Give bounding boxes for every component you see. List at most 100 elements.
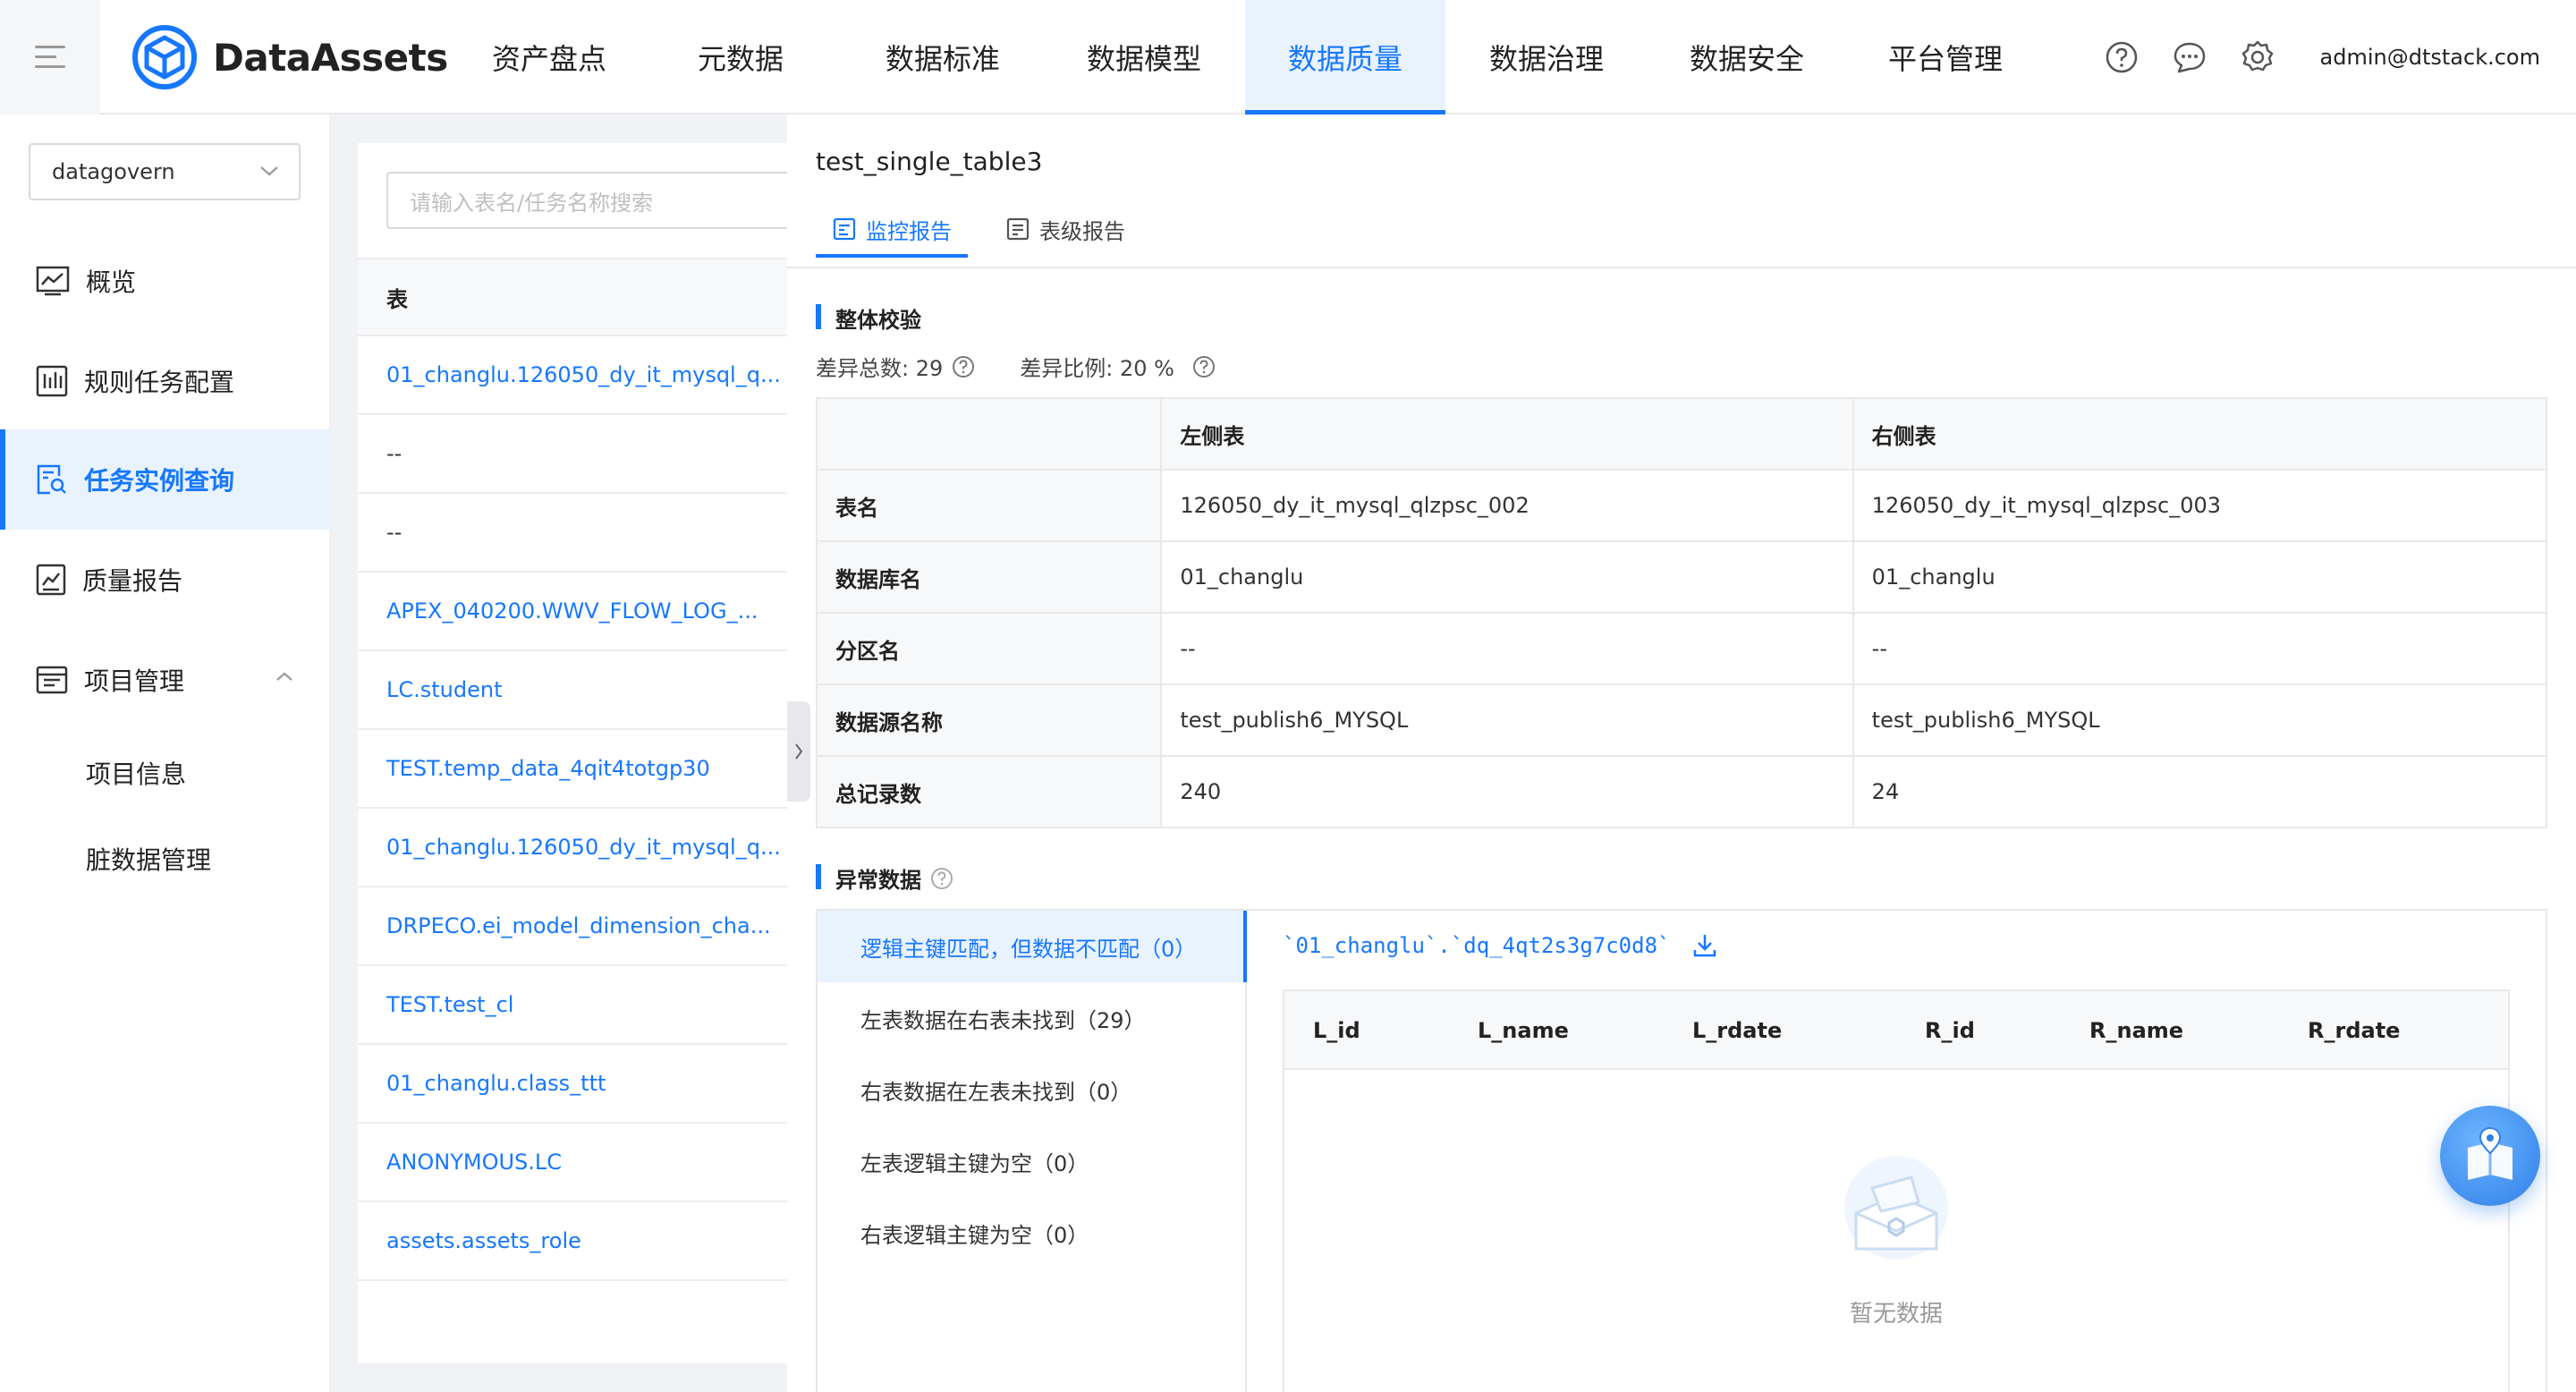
settings-icon[interactable] (2240, 39, 2275, 75)
diff-total: 差异总数: 29 (816, 356, 944, 381)
column-header: L_id (1313, 1018, 1360, 1043)
abnormal-category-item[interactable]: 左表逻辑主键为空（0） (818, 1125, 1245, 1197)
table-row[interactable]: assets.assets_role (358, 1202, 787, 1281)
left-value: 240 (1160, 755, 1854, 828)
table-row[interactable]: LC.student (358, 651, 787, 730)
left-value: 01_changlu (1160, 540, 1854, 614)
right-value: -- (1852, 612, 2548, 685)
nav-item-data-standard[interactable]: 数据标准 (843, 0, 1043, 115)
comparison-row: 数据库名 01_changlu 01_changlu (815, 540, 2548, 614)
comparison-row: 数据源名称 test_publish6_MYSQL test_publish6_… (815, 683, 2548, 757)
table-row[interactable]: 01_changlu.class_ttt (358, 1045, 787, 1124)
rule-icon (36, 365, 68, 397)
nav-item-data-quality[interactable]: 数据质量 (1245, 0, 1445, 115)
table-row[interactable]: DRPECO.ei_model_dimension_cha... (358, 887, 787, 966)
row-label: 表名 (815, 469, 1163, 542)
nav-item-data-security[interactable]: 数据安全 (1648, 0, 1846, 115)
app-name: DataAssets (213, 35, 448, 80)
help-icon[interactable] (1192, 355, 1216, 378)
nav-item-asset-inventory[interactable]: 资产盘点 (460, 0, 639, 115)
abnormal-table-path: `01_changlu`.`dq_4qt2s3g7c0d8` (1283, 932, 1718, 959)
tab-label: 表级报告 (1039, 218, 1125, 244)
hamburger-icon (35, 46, 65, 69)
project-select[interactable]: datagovern (29, 143, 301, 200)
table-row[interactable]: 01_changlu.126050_dy_it_mysql_q... (358, 809, 787, 887)
sidebar-item-label: 任务实例查询 (84, 466, 235, 496)
chevron-up-icon (276, 672, 292, 681)
section-title-text: 整体校验 (835, 308, 921, 333)
column-header: L_rdate (1692, 1018, 1783, 1043)
floating-guide-button[interactable] (2440, 1106, 2540, 1206)
help-icon[interactable] (952, 355, 975, 378)
comparison-row: 表名 126050_dy_it_mysql_qlzpsc_002 126050_… (815, 469, 2548, 542)
right-value: 126050_dy_it_mysql_qlzpsc_003 (1852, 469, 2548, 542)
tab-table-report[interactable]: 表级报告 (989, 200, 1141, 258)
project-icon (36, 666, 68, 694)
sidebar-item-project-management[interactable]: 项目管理 (0, 630, 329, 730)
help-icon[interactable] (930, 867, 953, 890)
menu-toggle-button[interactable] (0, 0, 100, 115)
collapse-panel-handle[interactable] (787, 701, 810, 802)
empty-box-icon (1844, 1156, 1948, 1260)
message-icon[interactable] (2172, 39, 2207, 75)
comparison-header-row: 左侧表 右侧表 (815, 397, 2548, 471)
section-overall-check: 整体校验 (816, 302, 921, 334)
user-email[interactable]: admin@dtstack.com (2320, 45, 2540, 70)
sidebar-subitem-dirty-data[interactable]: 脏数据管理 (86, 841, 211, 877)
header-cell: 左侧表 (1160, 397, 1854, 471)
abnormal-data-table: L_id L_name L_rdate R_id R_name R_rdate … (1283, 989, 2510, 1392)
header-cell: 右侧表 (1852, 397, 2548, 471)
tab-label: 监控报告 (866, 218, 952, 244)
cube-logo-icon (132, 25, 197, 89)
abnormal-category-item[interactable]: 右表数据在左表未找到（0） (818, 1054, 1245, 1125)
abnormal-category-item[interactable]: 逻辑主键匹配，但数据不匹配（0） (818, 911, 1247, 982)
top-nav: DataAssets 资产盘点 元数据 数据标准 数据模型 数据质量 数据治理 … (0, 0, 2576, 115)
report-tabs: 监控报告 表级报告 (816, 200, 1141, 258)
table-row[interactable]: -- (358, 415, 787, 494)
section-abnormal-data: 异常数据 (816, 862, 953, 894)
sidebar-item-overview[interactable]: 概览 (0, 231, 329, 331)
right-value: test_publish6_MYSQL (1852, 683, 2548, 757)
tab-monitor-report[interactable]: 监控报告 (816, 200, 968, 258)
comparison-table: 左侧表 右侧表 表名 126050_dy_it_mysql_qlzpsc_002… (815, 397, 2548, 828)
sidebar-item-quality-report[interactable]: 质量报告 (0, 530, 329, 630)
right-value: 24 (1852, 755, 2548, 828)
empty-text: 暂无数据 (1849, 1301, 1943, 1328)
diff-stats: 差异总数: 29 差异比例: 20 % (816, 351, 1216, 382)
project-select-value: datagovern (52, 159, 175, 184)
sidebar-item-task-instance[interactable]: 任务实例查询 (0, 429, 329, 530)
nav-item-platform-admin[interactable]: 平台管理 (1846, 0, 2045, 115)
table-row[interactable]: APEX_040200.WWV_FLOW_LOG_... (358, 573, 787, 651)
download-icon[interactable] (1691, 932, 1718, 959)
table-row[interactable]: ANONYMOUS.LC (358, 1124, 787, 1202)
left-value: 126050_dy_it_mysql_qlzpsc_002 (1160, 469, 1854, 542)
report-icon (36, 564, 66, 596)
table-row[interactable]: TEST.test_cl (358, 966, 787, 1045)
nav-item-metadata[interactable]: 元数据 (639, 0, 843, 115)
sidebar-subitem-project-info[interactable]: 项目信息 (86, 755, 186, 791)
table-path-text[interactable]: `01_changlu`.`dq_4qt2s3g7c0d8` (1283, 933, 1670, 958)
map-pin-book-icon (2468, 1126, 2512, 1180)
table-report-icon (1006, 217, 1030, 241)
abnormal-category-item[interactable]: 左表数据在右表未找到（29） (818, 982, 1245, 1054)
left-value: -- (1160, 612, 1854, 685)
nav-item-data-model[interactable]: 数据模型 (1043, 0, 1245, 115)
abnormal-data-box: 逻辑主键匹配，但数据不匹配（0） 左表数据在右表未找到（29） 右表数据在左表未… (816, 909, 2547, 1392)
abnormal-category-item[interactable]: 右表逻辑主键为空（0） (818, 1197, 1245, 1269)
search-doc-icon (37, 464, 66, 495)
section-title-text: 异常数据 (835, 868, 921, 893)
table-list-header: 表 (358, 258, 787, 336)
header-cell (815, 397, 1163, 471)
nav-item-data-governance[interactable]: 数据治理 (1445, 0, 1648, 115)
table-row[interactable]: 01_changlu.126050_dy_it_mysql_q... (358, 336, 787, 415)
column-header: R_rdate (2308, 1018, 2401, 1043)
table-search-input[interactable]: 请输入表名/任务名称搜索 (386, 172, 787, 229)
table-row[interactable]: TEST.temp_data_4qit4totgp30 (358, 730, 787, 809)
column-header: R_id (1925, 1018, 1975, 1043)
help-icon[interactable] (2104, 39, 2140, 75)
chevron-down-icon (260, 166, 278, 176)
app-logo[interactable]: DataAssets (132, 23, 448, 91)
table-row[interactable]: -- (358, 494, 787, 573)
sidebar-item-label: 规则任务配置 (84, 368, 235, 397)
sidebar-item-rule-config[interactable]: 规则任务配置 (0, 331, 329, 431)
